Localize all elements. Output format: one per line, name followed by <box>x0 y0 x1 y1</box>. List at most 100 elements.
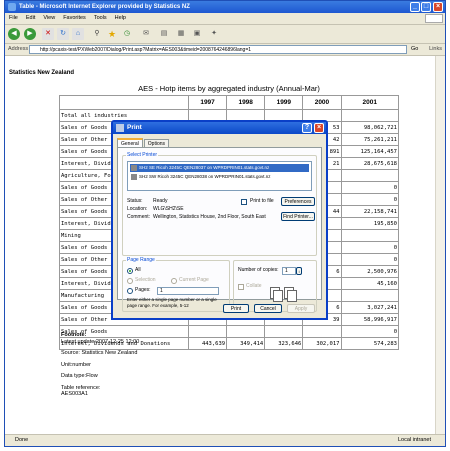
mail-icon[interactable]: ✉ <box>140 28 152 40</box>
status-label: Status: <box>127 198 143 204</box>
location-label: Location: <box>127 206 148 212</box>
cell-value: 22,158,741 <box>340 205 399 218</box>
status-bar: Done Local intranet <box>5 434 445 446</box>
printer-item[interactable]: SH2 SE Ricoh 3245C QEN28037 on WPRDPRIN0… <box>130 164 309 172</box>
current-page-label: Current Page <box>179 277 209 283</box>
cell-value <box>302 325 342 338</box>
collate-checkbox[interactable] <box>238 284 244 290</box>
select-printer-label: Select Printer <box>126 152 159 159</box>
window-titlebar: Table - Microsoft Internet Explorer prov… <box>5 1 445 13</box>
menu-view[interactable]: View <box>39 13 59 24</box>
dialog-title: Print <box>127 124 142 131</box>
printer-icon <box>131 174 137 180</box>
collate-label: Collate <box>246 283 262 289</box>
refresh-icon[interactable]: ↻ <box>57 28 69 40</box>
cancel-button[interactable]: Cancel <box>254 304 282 313</box>
print-icon[interactable]: ▤ <box>158 28 170 40</box>
discuss-icon[interactable]: ▣ <box>191 28 203 40</box>
vertical-scrollbar[interactable] <box>435 56 445 434</box>
printer-item[interactable]: SH2 SW Ricoh 3245C QEN28038 on WPRDPRIN0… <box>130 173 309 181</box>
print-to-file-checkbox[interactable] <box>241 199 247 205</box>
address-label: Address <box>8 46 29 52</box>
cell-value: 323,646 <box>264 337 304 350</box>
dialog-titlebar: Print ? × <box>113 122 326 134</box>
page-range-help: Enter either a single page number or a s… <box>127 297 217 308</box>
year-header: 1999 <box>264 95 304 110</box>
pages-input[interactable]: 1 <box>157 287 219 295</box>
cell-value: 195,850 <box>340 217 399 230</box>
cell-value: 349,414 <box>226 337 266 350</box>
pages-label: Pages: <box>135 287 151 293</box>
back-icon[interactable]: ◀ <box>8 28 20 40</box>
comment-label: Comment: <box>127 214 151 220</box>
year-header: 2001 <box>340 95 399 110</box>
menu-favorites[interactable]: Favorites <box>59 13 90 24</box>
home-icon[interactable]: ⌂ <box>72 28 84 40</box>
cell-value: 58,996,917 <box>340 313 399 326</box>
zone-text: Local intranet <box>397 437 431 443</box>
source: Source: Statistics New Zealand <box>61 350 138 356</box>
address-input[interactable]: http://pcaxis-test/PXWeb2007/Dialog/Prin… <box>29 45 407 54</box>
preferences-button[interactable]: Preferences <box>281 197 315 206</box>
cell-value <box>264 325 304 338</box>
selection-radio[interactable] <box>127 278 133 284</box>
cell-value: 574,283 <box>340 337 399 350</box>
close-button[interactable]: × <box>433 2 443 12</box>
forward-icon[interactable]: ▶ <box>24 28 36 40</box>
go-button[interactable]: Go <box>411 45 425 54</box>
search-icon[interactable]: ⚲ <box>91 28 103 40</box>
cell-value <box>340 169 399 182</box>
cell-value <box>187 325 228 338</box>
copies-spinner[interactable]: ↕ <box>296 267 302 275</box>
footnotes: Footnote: Latest update:2007-12-25 12:00… <box>61 332 139 398</box>
cell-value: 0 <box>340 325 399 338</box>
location-value: WLG\SH2\SE <box>153 206 184 212</box>
cell-value: 0 <box>340 181 399 194</box>
menu-edit[interactable]: Edit <box>22 13 39 24</box>
links-label[interactable]: Links <box>429 44 442 55</box>
year-header: 1998 <box>226 95 266 110</box>
printer-list[interactable]: SH2 SE Ricoh 3245C QEN28037 on WPRDPRIN0… <box>127 161 312 191</box>
cell-value: 28,675,618 <box>340 157 399 170</box>
menu-tools[interactable]: Tools <box>90 13 111 24</box>
cell-value: 443,639 <box>187 337 228 350</box>
stop-icon[interactable]: ✕ <box>42 28 54 40</box>
print-button[interactable]: Print <box>223 304 249 313</box>
page-range-group: Page Range All Selection Current Page Pa… <box>122 257 230 312</box>
select-printer-group: Select Printer SH2 SE Ricoh 3245C QEN280… <box>122 152 317 256</box>
copies-label: Number of copies: <box>238 267 279 273</box>
favorites-star-icon[interactable]: ★ <box>106 28 118 40</box>
cell-value: 125,164,457 <box>340 145 399 158</box>
stub-header <box>59 95 189 110</box>
help-button[interactable]: ? <box>302 123 312 133</box>
menu-bar: File Edit View Favorites Tools Help <box>5 13 445 25</box>
year-header: 1997 <box>187 95 228 110</box>
page-heading: Statistics New Zealand <box>9 70 75 76</box>
dialog-close-button[interactable]: × <box>314 123 324 133</box>
cell-value <box>340 109 399 122</box>
report-title: AES - Hotp items by aggregated industry … <box>138 84 320 93</box>
table-reference: AES003A1 <box>61 391 88 397</box>
maximize-button[interactable]: □ <box>421 2 431 12</box>
current-page-radio[interactable] <box>171 278 177 284</box>
comment-value: Wellington, Statistics House, 2nd Floor,… <box>153 214 266 220</box>
find-printer-button[interactable]: Find Printer... <box>281 212 315 221</box>
collate-pages-icon <box>270 281 310 305</box>
general-panel: Select Printer SH2 SE Ricoh 3245C QEN280… <box>117 147 322 312</box>
history-icon[interactable]: ◷ <box>121 28 133 40</box>
printer-icon <box>116 124 124 132</box>
minimize-button[interactable]: _ <box>410 2 420 12</box>
selection-label: Selection <box>135 277 156 283</box>
edit-icon[interactable]: ▦ <box>175 28 187 40</box>
pages-radio[interactable] <box>127 288 133 294</box>
cell-value: 98,062,721 <box>340 121 399 134</box>
menu-help[interactable]: Help <box>111 13 130 24</box>
messenger-icon[interactable]: ✦ <box>208 28 220 40</box>
menu-file[interactable]: File <box>5 13 22 24</box>
page-range-label: Page Range <box>126 257 156 264</box>
cell-value: 75,261,211 <box>340 133 399 146</box>
apply-button[interactable]: Apply <box>287 304 315 313</box>
all-radio[interactable] <box>127 268 133 274</box>
window-title: Table - Microsoft Internet Explorer prov… <box>19 4 190 10</box>
copies-input[interactable]: 1 <box>282 267 296 275</box>
